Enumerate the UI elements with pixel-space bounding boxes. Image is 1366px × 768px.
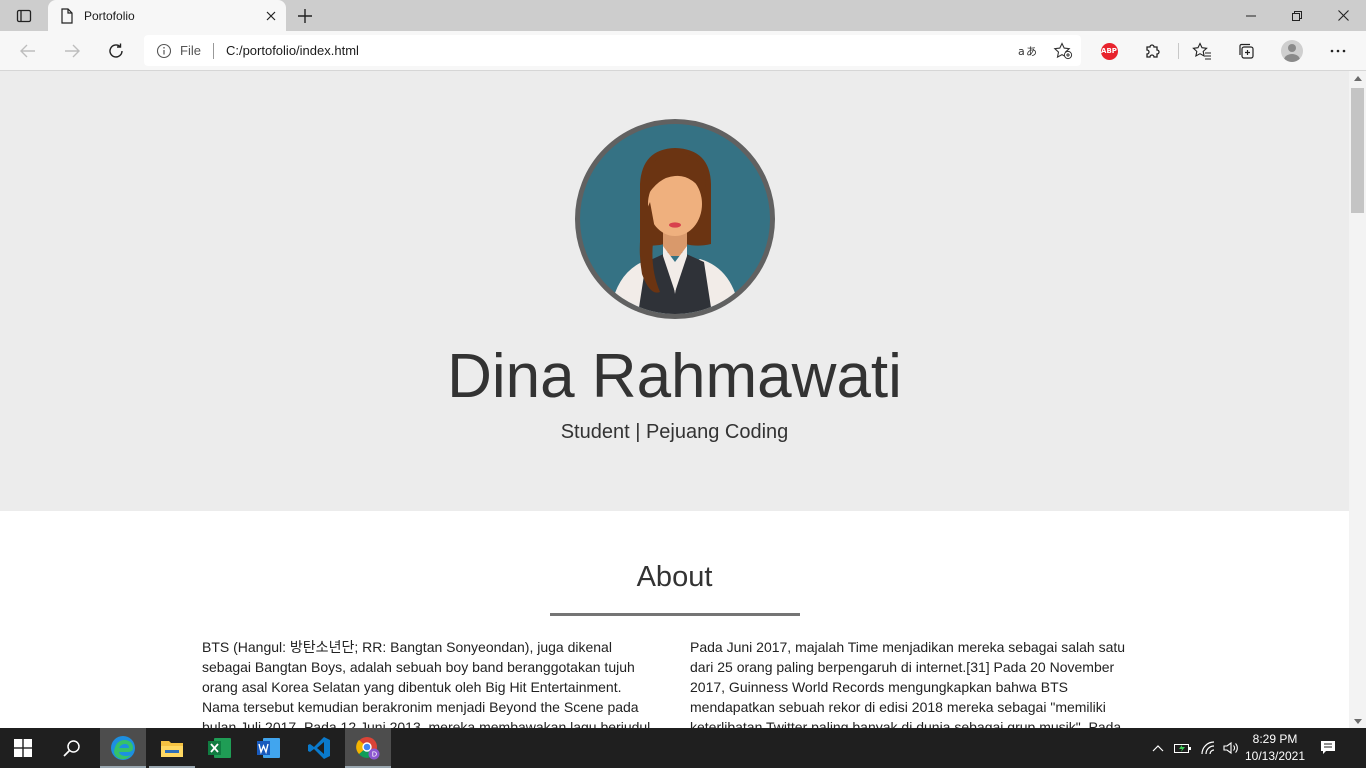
windows-logo-icon xyxy=(14,739,32,757)
speaker-icon xyxy=(1223,741,1238,755)
tab-actions-icon xyxy=(16,9,32,23)
word-icon xyxy=(257,738,280,758)
forward-button[interactable] xyxy=(56,35,88,67)
arrow-left-icon xyxy=(20,44,35,58)
close-icon xyxy=(1337,10,1349,21)
battery-status[interactable] xyxy=(1172,728,1194,768)
adblock-icon: ABP xyxy=(1100,42,1118,60)
woman-avatar-illustration xyxy=(610,148,740,314)
excel-icon xyxy=(208,738,231,758)
back-button[interactable] xyxy=(12,35,44,67)
tab-title: Portofolio xyxy=(84,8,135,23)
system-clock[interactable]: 8:29 PM 10/13/2021 xyxy=(1240,731,1310,765)
puzzle-icon xyxy=(1146,44,1160,58)
profile-button[interactable] xyxy=(1276,35,1308,67)
notification-icon xyxy=(1321,741,1335,754)
clock-date: 10/13/2021 xyxy=(1244,749,1306,763)
favorites-star-icon xyxy=(1192,42,1211,60)
scrollbar-thumb[interactable] xyxy=(1351,88,1364,213)
browser-tab-strip: Portofolio xyxy=(0,0,1366,31)
minimize-icon xyxy=(1246,15,1256,16)
edge-icon xyxy=(111,736,135,760)
taskbar-chrome-profile[interactable]: D xyxy=(345,728,391,768)
address-bar[interactable]: File C:/portofolio/index.html aあ xyxy=(144,35,1081,66)
browser-tab-portofolio[interactable]: Portofolio xyxy=(48,0,286,31)
start-button[interactable] xyxy=(0,728,46,768)
folder-icon xyxy=(161,741,183,757)
restore-button[interactable] xyxy=(1274,0,1320,31)
page-icon xyxy=(61,7,73,24)
url-text[interactable]: C:/portofolio/index.html xyxy=(226,43,1009,58)
extensions-button[interactable] xyxy=(1137,35,1169,67)
scroll-down-button[interactable] xyxy=(1349,714,1366,728)
omnibox-divider xyxy=(212,42,214,59)
about-text-right: Pada Juni 2017, majalah Time menjadikan … xyxy=(690,639,1126,728)
about-heading: About xyxy=(636,561,713,593)
translate-icon: aあ xyxy=(1018,45,1036,58)
clock-time: 8:29 PM xyxy=(1252,732,1298,746)
svg-text:a: a xyxy=(1018,45,1025,58)
refresh-button[interactable] xyxy=(100,35,132,67)
network-status[interactable] xyxy=(1198,728,1220,768)
close-tab-button[interactable] xyxy=(262,7,280,25)
collections-button[interactable] xyxy=(1230,35,1262,67)
add-favorite-button[interactable] xyxy=(1045,35,1081,66)
hero-section: Dina Rahmawati Student | Pejuang Coding xyxy=(0,71,1349,511)
volume-status[interactable] xyxy=(1220,728,1242,768)
scroll-up-button[interactable] xyxy=(1349,71,1366,85)
wifi-icon xyxy=(1201,741,1215,755)
close-window-button[interactable] xyxy=(1320,0,1366,31)
collections-icon xyxy=(1239,43,1254,59)
chevron-down-icon xyxy=(1353,718,1362,724)
action-center-button[interactable] xyxy=(1312,728,1344,768)
browser-toolbar: File C:/portofolio/index.html aあ ABP xyxy=(0,31,1366,71)
search-button[interactable] xyxy=(49,728,95,768)
new-tab-button[interactable] xyxy=(292,4,318,28)
arrow-right-icon xyxy=(65,44,80,58)
battery-charging-icon xyxy=(1174,744,1191,753)
about-divider xyxy=(550,613,800,616)
taskbar-edge[interactable] xyxy=(100,728,146,768)
hero-tagline: Student | Pejuang Coding xyxy=(560,421,789,443)
settings-more-button[interactable] xyxy=(1322,35,1354,67)
adblock-plus-button[interactable]: ABP xyxy=(1093,35,1125,67)
chevron-up-icon xyxy=(1353,75,1362,81)
refresh-icon xyxy=(109,43,123,58)
file-scheme-label: File xyxy=(180,43,201,58)
taskbar-file-explorer[interactable] xyxy=(149,728,195,768)
star-add-icon xyxy=(1053,41,1073,59)
tab-actions-button[interactable] xyxy=(8,5,40,27)
svg-text:D: D xyxy=(372,751,377,759)
read-aloud-button[interactable]: aあ xyxy=(1009,35,1045,66)
taskbar-vscode[interactable] xyxy=(296,728,342,768)
profile-picture xyxy=(575,119,775,319)
favorites-button[interactable] xyxy=(1186,35,1218,67)
plus-icon xyxy=(298,9,312,23)
more-icon xyxy=(1330,49,1346,53)
show-hidden-icons-button[interactable] xyxy=(1148,728,1168,768)
page-scrollbar[interactable] xyxy=(1349,71,1366,728)
search-icon xyxy=(63,740,80,757)
about-text-left: BTS (Hangul: 방탄소년단; RR: Bangtan Sonyeond… xyxy=(202,639,651,728)
taskbar-excel[interactable] xyxy=(197,728,243,768)
taskbar-word[interactable] xyxy=(246,728,292,768)
windows-taskbar: D 8:29 PM 10/13/2021 xyxy=(0,728,1366,768)
avatar-icon xyxy=(1281,40,1303,62)
close-icon xyxy=(266,11,276,20)
chevron-up-icon xyxy=(1152,745,1164,752)
restore-icon xyxy=(1292,10,1302,21)
svg-text:あ: あ xyxy=(1026,45,1036,58)
minimize-button[interactable] xyxy=(1228,0,1274,31)
page-viewport: Dina Rahmawati Student | Pejuang Coding … xyxy=(0,71,1366,728)
info-icon xyxy=(156,43,172,58)
chrome-icon: D xyxy=(356,737,380,760)
toolbar-divider xyxy=(1178,43,1179,59)
vscode-icon xyxy=(308,737,330,759)
hero-name: Dina Rahmawati xyxy=(447,342,902,411)
